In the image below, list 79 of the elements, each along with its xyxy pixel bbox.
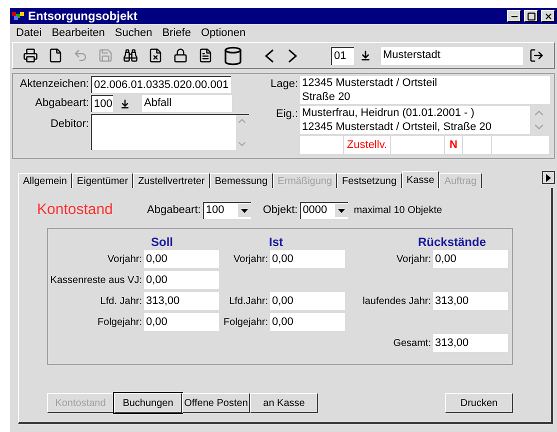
field-label: Aktenzeichen:: [18, 77, 89, 92]
push-button[interactable]: an Kasse: [250, 393, 318, 413]
field-label: Abgabeart:: [147, 202, 201, 218]
dropdown-icon[interactable]: [240, 208, 248, 212]
new-document-icon[interactable]: [48, 48, 63, 63]
lock-icon[interactable]: [173, 48, 188, 63]
field-label: Lfd. Jahr:: [100, 294, 142, 308]
amount-field[interactable]: 0,00: [433, 250, 508, 268]
amount-field[interactable]: 313,00: [144, 292, 219, 310]
column-heading: Ist: [268, 234, 283, 247]
binoculars-icon[interactable]: [123, 48, 138, 63]
section-title: Kontostand: [37, 200, 114, 220]
list-document-icon[interactable]: [198, 48, 213, 63]
tab[interactable]: Allgemein: [18, 173, 72, 188]
menu-item[interactable]: Briefe: [162, 24, 191, 42]
barrel-icon[interactable]: [223, 46, 243, 66]
push-button[interactable]: Offene Posten: [182, 393, 250, 413]
close-icon[interactable]: [541, 10, 555, 22]
previous-icon[interactable]: [265, 48, 274, 62]
dropdown-icon[interactable]: [338, 208, 345, 212]
document-x-icon[interactable]: [148, 48, 163, 63]
amount-field[interactable]: 313,00: [433, 292, 508, 310]
push-button[interactable]: Drucken: [445, 393, 513, 413]
type-dropdown[interactable]: 100: [202, 202, 251, 218]
amount-field[interactable]: 0,00: [144, 271, 219, 289]
amount-field[interactable]: 0,00: [144, 250, 219, 268]
district-field[interactable]: 01: [331, 46, 354, 64]
object-dropdown[interactable]: 0000: [300, 202, 348, 218]
file-number-field[interactable]: 02.006.01.0335.020.00.001: [91, 76, 231, 93]
scroll-right-icon[interactable]: [546, 174, 551, 182]
type-code-field[interactable]: 100: [91, 95, 113, 112]
tab-scroll-button[interactable]: [542, 171, 555, 184]
menu-item[interactable]: Bearbeiten: [52, 24, 105, 42]
amount-field[interactable]: 0,00: [270, 250, 345, 268]
tab[interactable]: Kasse: [402, 171, 440, 188]
field-label: Folgejahr:: [98, 316, 142, 330]
exit-icon[interactable]: [529, 48, 544, 63]
field-label: Vorjahr:: [234, 252, 268, 266]
field-label: Debitor:: [49, 117, 89, 132]
amount-field[interactable]: 0,00: [270, 313, 345, 331]
minimize-icon[interactable]: [507, 10, 521, 22]
column-heading: Rückstände: [418, 234, 486, 247]
type-name-field: Abfall: [142, 95, 232, 112]
amount-field[interactable]: 0,00: [144, 313, 219, 331]
field-label: Lage:: [269, 77, 298, 92]
dropdown-icon[interactable]: [120, 98, 130, 108]
tab[interactable]: Zustellvertreter: [133, 173, 210, 188]
window-title: Entsorgungsobjekt: [28, 8, 138, 25]
note-text: maximal 10 Objekte: [354, 204, 442, 218]
field-label: Lfd.Jahr:: [229, 294, 268, 308]
field-label: Gesamt:: [393, 336, 431, 350]
tab[interactable]: Festsetzung: [337, 173, 402, 188]
amount-field[interactable]: 313,00: [433, 334, 508, 352]
tab[interactable]: Bemessung: [210, 173, 273, 188]
status-flag: Zustellv.: [344, 136, 391, 154]
field-label: Abgabeart:: [34, 96, 89, 112]
menu-item[interactable]: Suchen: [114, 24, 152, 42]
status-flag: N: [445, 136, 463, 154]
tab[interactable]: Eigentümer: [72, 173, 134, 188]
amount-field[interactable]: 0,00: [270, 292, 345, 310]
field-label: laufendes Jahr:: [362, 294, 431, 308]
column-heading: Soll: [150, 234, 173, 247]
field-label: Folgejahr:: [224, 316, 268, 330]
push-button[interactable]: Buchungen: [114, 393, 182, 413]
field-label: Objekt:: [262, 202, 298, 218]
place-field[interactable]: Musterstadt: [381, 46, 523, 64]
field-label: Kassenreste aus VJ:: [50, 274, 142, 288]
printer-icon[interactable]: [23, 48, 38, 63]
field-label: Vorjahr:: [108, 252, 142, 266]
dropdown-icon[interactable]: [360, 50, 371, 61]
location-field: 12345 Musterstadt / Ortsteil Straße 20: [300, 76, 550, 104]
menu-item[interactable]: Datei: [16, 24, 42, 42]
owner-field: Musterfrau, Heidrun (01.01.2001 - ) 12345 Musterstadt / Ortsteil, Straße 20: [300, 106, 530, 134]
menu-item[interactable]: Optionen: [200, 24, 246, 42]
app-icon: [12, 11, 25, 21]
maximize-icon[interactable]: [524, 10, 538, 22]
field-label: Vorjahr:: [396, 252, 431, 266]
field-label: Eig.:: [274, 107, 298, 122]
next-icon[interactable]: [288, 48, 297, 62]
